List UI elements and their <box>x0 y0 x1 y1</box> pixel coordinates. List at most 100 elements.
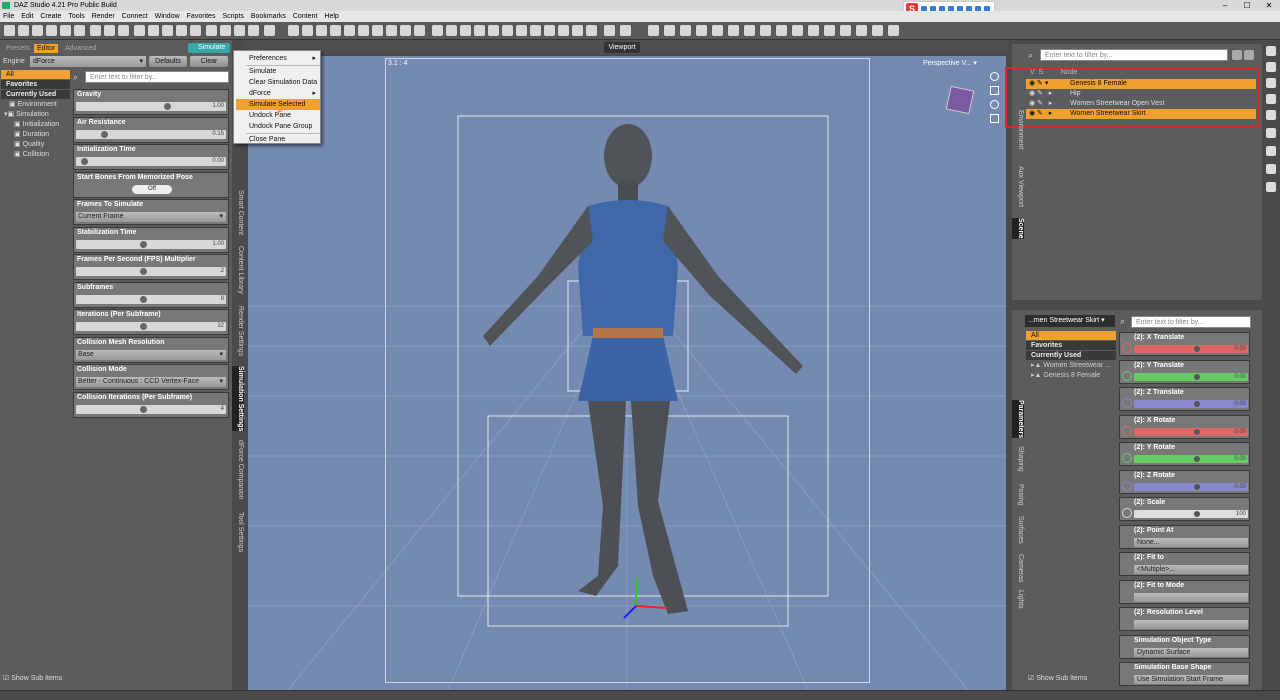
parameter-dropdown[interactable] <box>1134 620 1248 629</box>
parameter-slider[interactable]: 0.00 <box>1134 372 1248 381</box>
property-slider[interactable]: 2 <box>76 267 226 276</box>
toolbar-tool-icon[interactable] <box>728 25 739 36</box>
menu-item-undock-pane-group[interactable]: Undock Pane Group <box>236 121 320 132</box>
filter-options-icon[interactable] <box>1232 50 1242 60</box>
tab-smart-content[interactable]: Smart Content <box>232 190 244 235</box>
maximize-button[interactable]: ☐ <box>1236 0 1258 11</box>
tab-lights[interactable]: Lights <box>1012 590 1024 609</box>
tab-shaping[interactable]: Shaping <box>1012 446 1024 472</box>
view-cube-icon[interactable] <box>945 85 975 115</box>
toolbar-tool-icon[interactable] <box>460 25 471 36</box>
tab-editor[interactable]: Editor <box>34 44 59 53</box>
toolbar-tool-icon[interactable] <box>604 25 615 36</box>
tab-content-library[interactable]: Content Library <box>232 246 244 294</box>
toolbar-tool-icon[interactable] <box>544 25 555 36</box>
toolbar-tool-icon[interactable] <box>358 25 369 36</box>
node-select[interactable]: ...men Streetwear Skirt ▾ <box>1025 315 1115 327</box>
slider-knob[interactable] <box>139 268 147 275</box>
tab-render-settings[interactable]: Render Settings <box>232 306 244 356</box>
menu-render[interactable]: Render <box>92 11 115 22</box>
zoom-icon[interactable] <box>990 100 999 109</box>
toolbar-tool-icon[interactable] <box>220 25 231 36</box>
tab-presets[interactable]: Presets <box>3 44 33 53</box>
toolbar-tool-icon[interactable] <box>414 25 425 36</box>
toolbar-tool-icon[interactable] <box>386 25 397 36</box>
toolbar-tool-icon[interactable] <box>502 25 513 36</box>
toolbar-tool-icon[interactable] <box>74 25 85 36</box>
toolbar-tool-icon[interactable] <box>248 25 259 36</box>
frame-icon[interactable] <box>990 114 999 123</box>
slider-knob[interactable] <box>139 405 147 413</box>
tree-item-initialization[interactable]: ▣ Initialization <box>1 120 70 129</box>
param-node-outfit[interactable]: ▸▲ Women Streetwear ... <box>1026 361 1116 370</box>
menu-help[interactable]: Help <box>324 11 338 22</box>
property-slider[interactable]: 1.00 <box>76 102 226 111</box>
orbit-icon[interactable] <box>990 72 999 81</box>
parameter-slider[interactable]: 0.00 <box>1134 482 1248 491</box>
property-slider[interactable]: 0.15 <box>76 129 226 139</box>
slider-knob[interactable] <box>1194 401 1200 407</box>
toolbar-tool-icon[interactable] <box>474 25 485 36</box>
toolbar-tool-icon[interactable] <box>148 25 159 36</box>
toolbar-tool-icon[interactable] <box>316 25 327 36</box>
parameter-slider[interactable]: 0.00 <box>1134 455 1248 463</box>
show-sub-items-checkbox[interactable]: ☑ Show Sub Items <box>3 674 62 682</box>
tab-dforce-companion[interactable]: dForce Companion <box>232 440 244 500</box>
tab-surfaces[interactable]: Surfaces <box>1012 516 1024 544</box>
scene-filter-input[interactable]: Enter text to filter by... <box>1040 49 1228 61</box>
property-slider[interactable]: 8 <box>76 294 226 304</box>
parameter-dropdown[interactable]: <Multiple>... <box>1134 565 1248 574</box>
side-tool-icon[interactable] <box>1266 94 1276 104</box>
param-category-favorites[interactable]: Favorites <box>1026 341 1116 350</box>
toolbar-tool-icon[interactable] <box>888 25 899 36</box>
property-slider[interactable]: 1.00 <box>76 239 226 249</box>
toolbar-tool-icon[interactable] <box>648 25 659 36</box>
tab-scene[interactable]: Scene <box>1012 218 1024 239</box>
pan-icon[interactable] <box>990 86 999 95</box>
toolbar-tool-icon[interactable] <box>372 25 383 36</box>
camera-select[interactable]: Perspective V... ▾ <box>895 58 995 70</box>
tree-item-simulation[interactable]: ▾▣ Simulation <box>1 110 70 119</box>
simulate-button[interactable]: Simulate <box>188 43 230 53</box>
filter-input[interactable]: Enter text to filter by... <box>85 71 229 83</box>
slider-knob[interactable] <box>139 240 147 248</box>
toolbar-tool-icon[interactable] <box>330 25 341 36</box>
tab-tool-settings[interactable]: Tool Settings <box>232 512 244 552</box>
tab-parameters[interactable]: Parameters <box>1012 400 1024 439</box>
toolbar-tool-icon[interactable] <box>620 25 631 36</box>
menu-item-clear-simulation-data[interactable]: Clear Simulation Data <box>236 77 320 88</box>
toolbar-tool-icon[interactable] <box>872 25 883 36</box>
toolbar-tool-icon[interactable] <box>516 25 527 36</box>
menu-content[interactable]: Content <box>293 11 318 22</box>
side-tool-icon[interactable] <box>1266 164 1276 174</box>
toolbar-tool-icon[interactable] <box>558 25 569 36</box>
parameter-slider[interactable]: 0.00 <box>1134 345 1248 353</box>
side-tool-icon[interactable] <box>1266 78 1276 88</box>
tree-item-quality[interactable]: ▣ Quality <box>1 140 70 149</box>
property-dropdown[interactable]: Current Frame <box>76 212 226 222</box>
params-show-sub-items-checkbox[interactable]: ☑ Show Sub Items <box>1028 674 1087 682</box>
slider-knob[interactable] <box>1194 346 1200 352</box>
toolbar-tool-icon[interactable] <box>18 25 29 36</box>
toolbar-tool-icon[interactable] <box>60 25 71 36</box>
toolbar-tool-icon[interactable] <box>400 25 411 36</box>
toolbar-tool-icon[interactable] <box>234 25 245 36</box>
toolbar-tool-icon[interactable] <box>176 25 187 36</box>
slider-knob[interactable] <box>1194 456 1200 462</box>
menu-scripts[interactable]: Scripts <box>222 11 243 22</box>
close-button[interactable]: ✕ <box>1258 0 1280 11</box>
toolbar-tool-icon[interactable] <box>264 25 275 36</box>
param-node-genesis[interactable]: ▸▲ Genesis 8 Female <box>1026 371 1116 380</box>
property-dropdown[interactable]: Better - Continuous : CCD Vertex-Face <box>76 377 226 387</box>
menu-bookmarks[interactable]: Bookmarks <box>251 11 286 22</box>
params-filter-input[interactable]: Enter text to filter by... <box>1131 316 1251 328</box>
toolbar-tool-icon[interactable] <box>856 25 867 36</box>
parameter-dropdown[interactable]: None... <box>1134 537 1248 547</box>
menu-window[interactable]: Window <box>155 11 180 22</box>
category-all[interactable]: All <box>1 70 70 79</box>
engine-select[interactable]: dForce ▾ <box>30 56 146 67</box>
tab-aux-viewport[interactable]: Aux Viewport <box>1012 166 1024 207</box>
parameter-dropdown[interactable]: Dynamic Surface <box>1134 647 1248 657</box>
toolbar-tool-icon[interactable] <box>134 25 145 36</box>
property-toggle[interactable]: Off <box>132 184 172 194</box>
